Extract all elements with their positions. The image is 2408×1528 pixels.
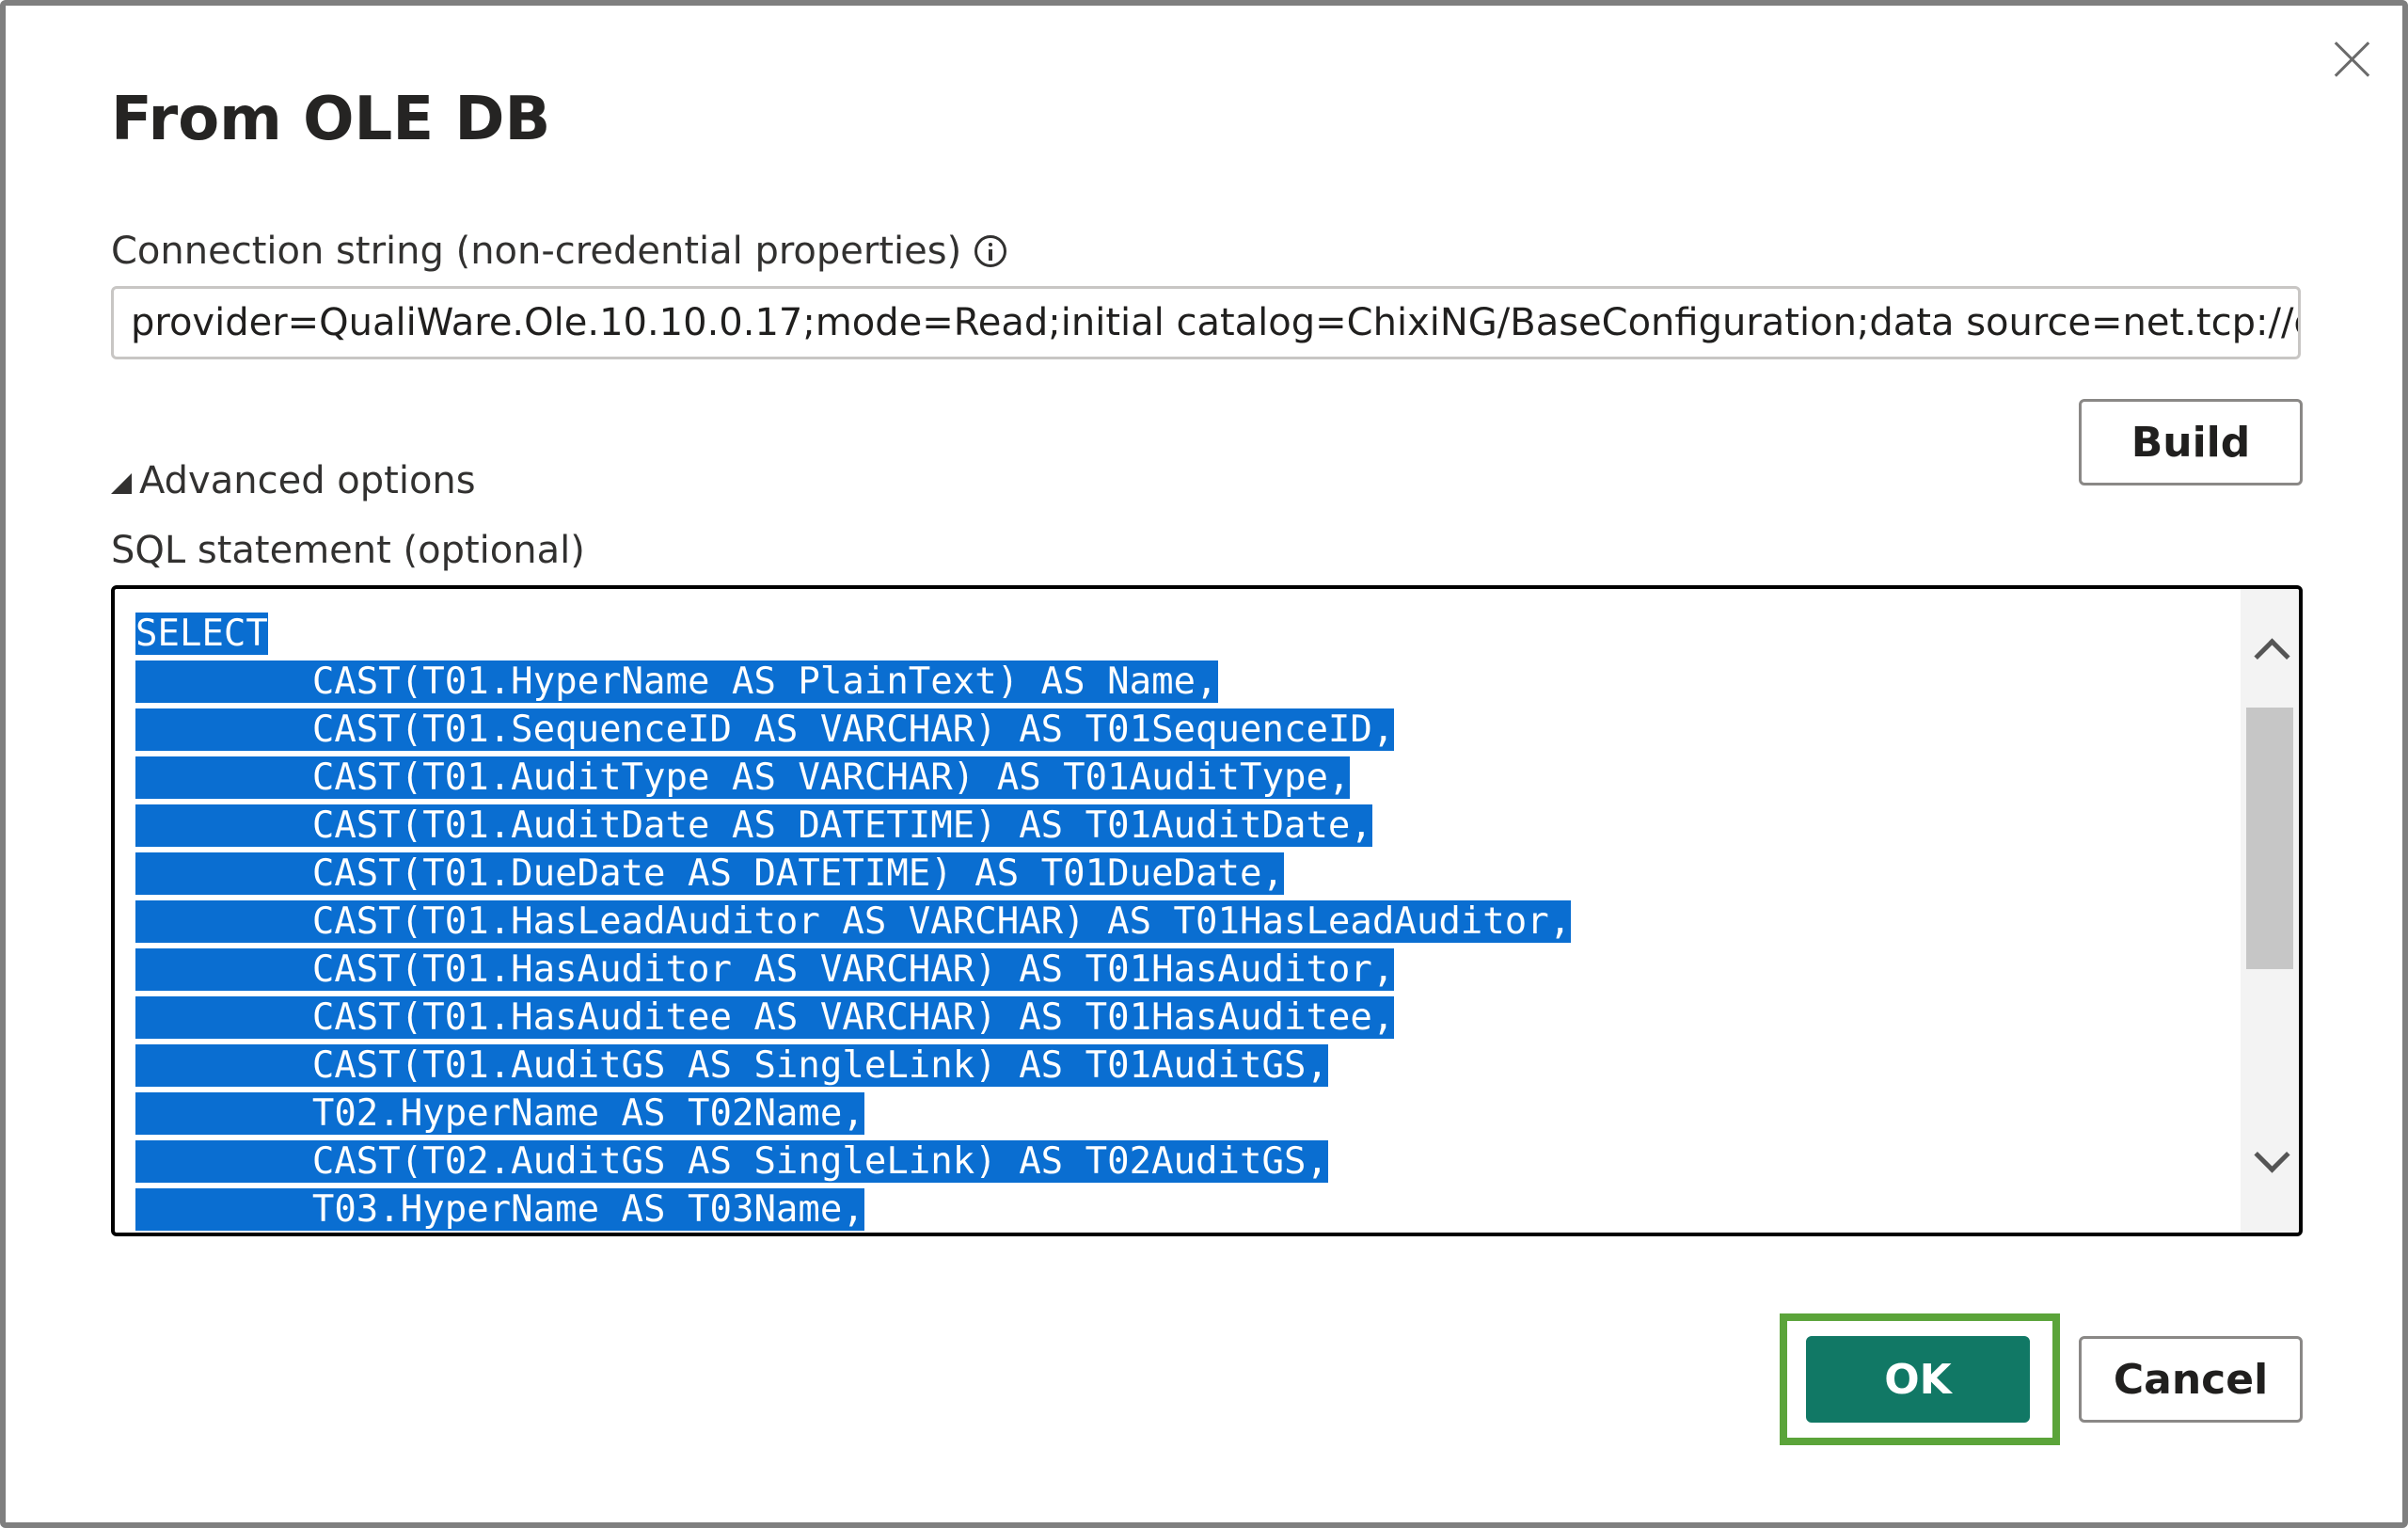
close-icon[interactable] <box>2323 30 2382 88</box>
sql-statement-label: SQL statement (optional) <box>111 529 585 572</box>
advanced-options-toggle[interactable]: Advanced options <box>111 459 476 502</box>
sql-statement-textarea[interactable]: SELECT CAST(T01.HyperName AS PlainText) … <box>111 585 2303 1236</box>
sql-line: CAST(T01.HasLeadAuditor AS VARCHAR) AS T… <box>135 900 1572 943</box>
connection-string-input[interactable]: provider=QualiWare.Ole.10.10.0.17;mode=R… <box>111 286 2301 359</box>
cancel-button[interactable]: Cancel <box>2079 1336 2303 1423</box>
scrollbar-thumb[interactable] <box>2246 708 2293 969</box>
connection-string-label-text: Connection string (non-credential proper… <box>111 230 962 273</box>
vertical-scrollbar[interactable] <box>2241 589 2299 1233</box>
advanced-options-label: Advanced options <box>139 459 476 502</box>
sql-line: CAST(T01.HasAuditor AS VARCHAR) AS T01Ha… <box>135 948 1395 991</box>
sql-line: T03.HyperName AS T03Name, <box>135 1188 864 1231</box>
sql-line: CAST(T01.SequenceID AS VARCHAR) AS T01Se… <box>135 708 1395 751</box>
connection-string-label: Connection string (non-credential proper… <box>111 230 1007 273</box>
ok-button[interactable]: OK <box>1806 1336 2030 1423</box>
sql-line: CAST(T02.AuditGS AS SingleLink) AS T02Au… <box>135 1140 1328 1183</box>
sql-line: CAST(T01.DueDate AS DATETIME) AS T01DueD… <box>135 852 1284 895</box>
chevron-down-icon[interactable] <box>2250 1140 2289 1180</box>
sql-code[interactable]: SELECT CAST(T01.HyperName AS PlainText) … <box>135 610 2233 1233</box>
sql-line: CAST(T01.HyperName AS PlainText) AS Name… <box>135 661 1218 703</box>
sql-line: SELECT <box>135 613 268 655</box>
sql-line: T02.HyperName AS T02Name, <box>135 1092 864 1135</box>
sql-line: CAST(T01.AuditGS AS SingleLink) AS T01Au… <box>135 1044 1328 1087</box>
ole-db-dialog: From OLE DB Connection string (non-crede… <box>0 0 2408 1528</box>
chevron-up-icon[interactable] <box>2250 630 2289 670</box>
sql-line: CAST(T01.AuditDate AS DATETIME) AS T01Au… <box>135 804 1372 847</box>
dialog-title: From OLE DB <box>111 85 551 154</box>
info-icon[interactable] <box>974 235 1007 267</box>
triangle-expanded-icon <box>111 473 132 494</box>
sql-line: CAST(T01.HasAuditee AS VARCHAR) AS T01Ha… <box>135 996 1395 1039</box>
build-button[interactable]: Build <box>2079 399 2303 485</box>
sql-line: CAST(T01.AuditType AS VARCHAR) AS T01Aud… <box>135 756 1351 799</box>
